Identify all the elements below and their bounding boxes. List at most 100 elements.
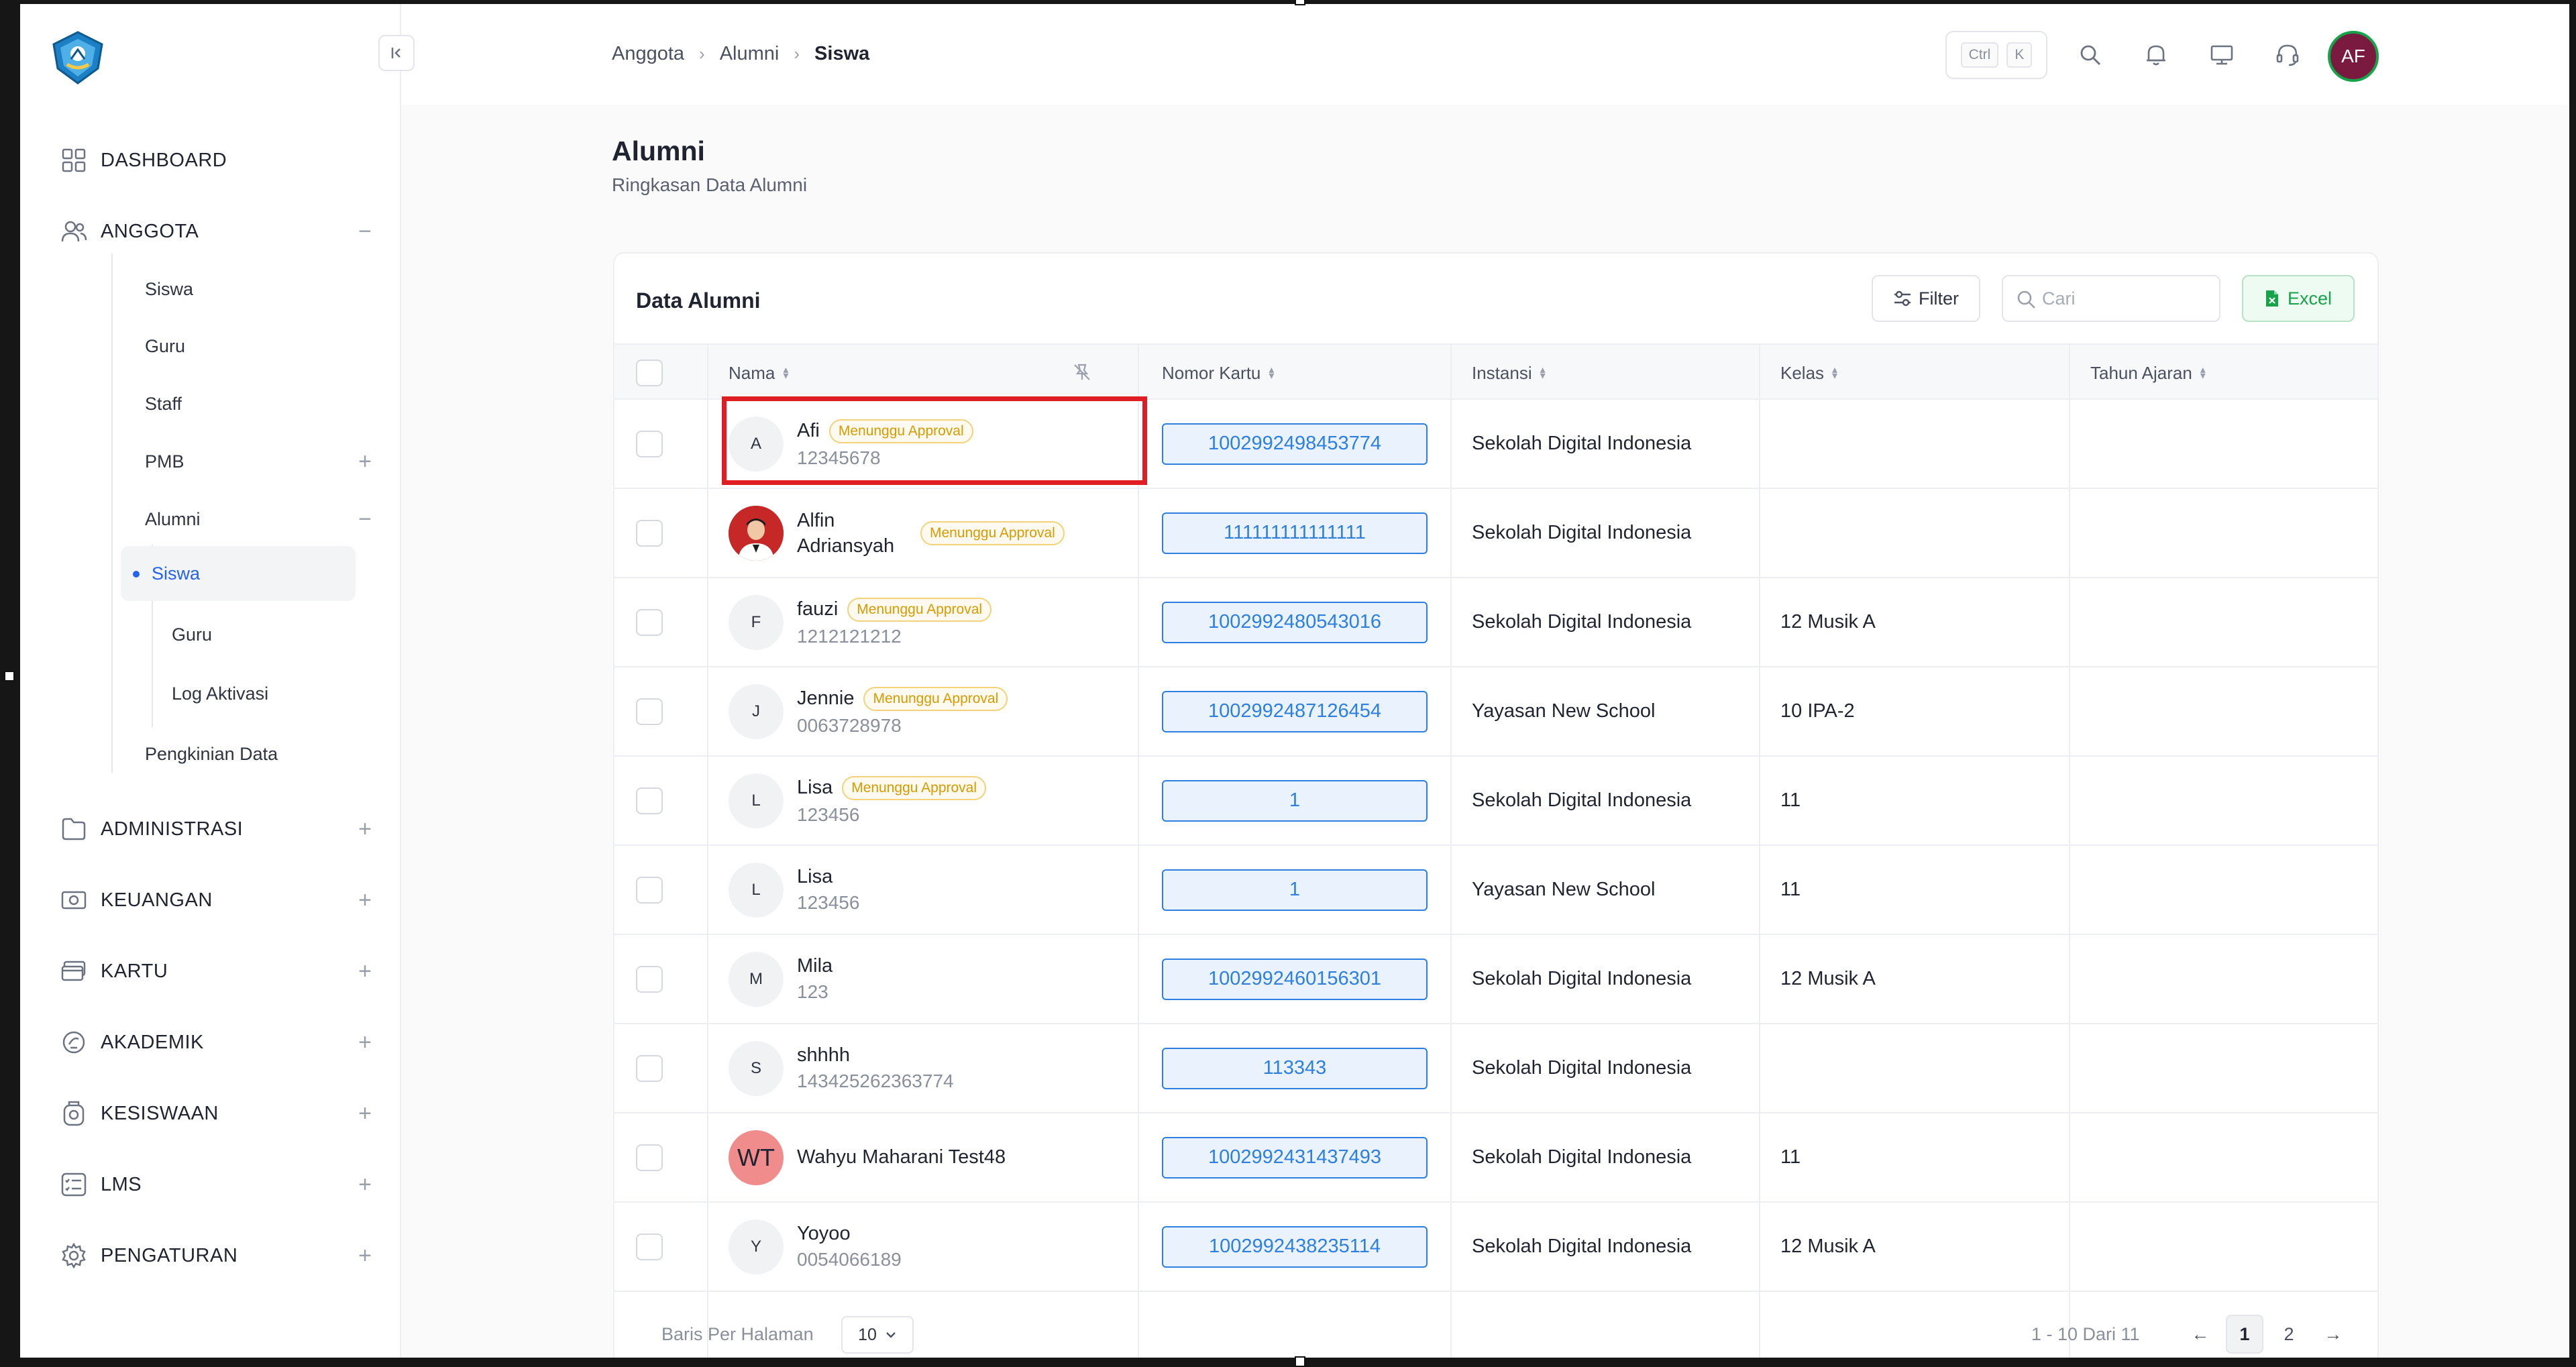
search-icon[interactable] [2074, 39, 2106, 71]
name-cell[interactable]: J Jennie Menunggu Approval 0063728978 [729, 667, 1131, 755]
table-row[interactable]: Sshhhh 143425262363774 113343 Sekolah Digit… [614, 1024, 2377, 1113]
page-button-1[interactable]: 1 [2226, 1315, 2263, 1354]
name-cell[interactable]: Y Yoyoo 0054066189 [729, 1203, 1131, 1291]
name-cell[interactable]: M Mila 123 [729, 935, 1131, 1023]
bell-icon[interactable] [2140, 39, 2172, 71]
sidebar-item-alumni-siswa[interactable]: Siswa [121, 546, 356, 601]
card-number-button[interactable]: 1002992487126454 [1162, 690, 1428, 732]
headset-icon[interactable] [2271, 39, 2304, 71]
sort-icon[interactable]: ▴ ▾ [1832, 365, 1837, 382]
card-number-button[interactable]: 1 [1162, 779, 1428, 822]
card-number-button[interactable]: 1002992480543016 [1162, 601, 1428, 643]
name-cell[interactable]: L Lisa 123456 [729, 846, 1131, 934]
row-checkbox[interactable] [636, 519, 663, 547]
nav-dashboard[interactable]: DASHBOARD [59, 140, 381, 180]
sidebar-item-pmb[interactable]: PMB + [145, 441, 381, 482]
row-checkbox[interactable] [636, 876, 663, 904]
name-cell[interactable]: Alfin Adriansyah Menunggu Approval [729, 489, 1131, 577]
sort-icon[interactable]: ▴ ▾ [2200, 365, 2206, 382]
card-number-button[interactable]: 1002992431437493 [1162, 1136, 1428, 1179]
name-cell[interactable]: Ffauzi Menunggu Approval 1212121212 [729, 578, 1131, 666]
resize-handle-bottom[interactable] [1295, 1356, 1305, 1367]
expand-toggle[interactable]: + [349, 1240, 381, 1272]
card-number-button[interactable]: 1 [1162, 869, 1428, 911]
table-row[interactable]: J Jennie Menunggu Approval 0063728978 100299… [614, 667, 2377, 757]
monitor-icon[interactable] [2206, 39, 2238, 71]
table-row[interactable]: Ffauzi Menunggu Approval 1212121212 1002992… [614, 578, 2377, 667]
row-checkbox[interactable] [636, 787, 663, 814]
table-row[interactable]: L Lisa Menunggu Approval 123456 1 Sekolah Dig… [614, 757, 2377, 846]
collapse-toggle[interactable]: − [349, 503, 381, 535]
table-row[interactable]: Y Yoyoo 0054066189 1002992438235114 Sekolah … [614, 1203, 2377, 1292]
user-avatar[interactable]: AF [2328, 31, 2379, 82]
breadcrumb-item[interactable]: Anggota [612, 43, 684, 65]
resize-handle-left[interactable] [4, 671, 15, 681]
kelas-cell: 12 Musik A [1780, 578, 1876, 666]
row-checkbox[interactable] [636, 430, 663, 457]
expand-toggle[interactable]: + [349, 955, 381, 987]
name-cell[interactable]: Sshhhh 143425262363774 [729, 1024, 1131, 1112]
card-number-button[interactable]: 113343 [1162, 1047, 1428, 1089]
sort-icon[interactable]: ▴ ▾ [1540, 365, 1546, 382]
export-excel-button[interactable]: Excel [2242, 275, 2355, 322]
sidebar-item-alumni-guru[interactable]: Guru [172, 614, 212, 655]
row-checkbox[interactable] [636, 1233, 663, 1260]
expand-toggle[interactable]: + [349, 813, 381, 845]
nav-anggota[interactable]: ANGGOTA − [59, 211, 381, 252]
rows-per-page-select[interactable]: 10 [841, 1316, 914, 1354]
card-number-button[interactable]: 1002992460156301 [1162, 958, 1428, 1000]
table-row[interactable]: M Mila 123 1002992460156301 Sekolah Digital … [614, 935, 2377, 1024]
column-header-kelas[interactable]: Kelas ▴ ▾ [1780, 345, 1837, 401]
table-row[interactable]: Alfin Adriansyah Menunggu Approval 1111111… [614, 489, 2377, 578]
nav-administrasi[interactable]: ADMINISTRASI + [59, 809, 381, 849]
row-checkbox[interactable] [636, 698, 663, 725]
expand-toggle[interactable]: + [349, 445, 381, 478]
name-cell[interactable]: L Lisa Menunggu Approval 123456 [729, 757, 1131, 844]
sidebar-item-siswa[interactable]: Siswa [145, 269, 193, 309]
nav-kartu[interactable]: KARTU + [59, 951, 381, 991]
filter-button[interactable]: Filter [1872, 275, 1980, 322]
select-all-checkbox[interactable] [636, 360, 663, 386]
page-button-2[interactable]: 2 [2270, 1315, 2308, 1354]
row-checkbox[interactable] [636, 965, 663, 993]
nav-pengaturan[interactable]: PENGATURAN + [59, 1236, 381, 1276]
command-palette-shortcut[interactable]: Ctrl K [1945, 31, 2047, 79]
column-header-nama[interactable]: Nama ▴ ▾ [729, 345, 1104, 401]
row-checkbox[interactable] [636, 1144, 663, 1171]
expand-toggle[interactable]: + [349, 1168, 381, 1201]
sort-icon[interactable]: ▴ ▾ [1269, 365, 1274, 382]
sidebar-item-guru[interactable]: Guru [145, 326, 185, 366]
sidebar-item-alumni[interactable]: Alumni − [145, 499, 381, 539]
nav-lms[interactable]: LMS + [59, 1164, 381, 1205]
breadcrumb-item[interactable]: Alumni [720, 43, 780, 65]
row-checkbox[interactable] [636, 1054, 663, 1082]
resize-handle-top[interactable] [1295, 0, 1305, 5]
unpin-icon[interactable] [1072, 362, 1092, 387]
card-number-button[interactable]: 1002992438235114 [1162, 1225, 1428, 1268]
sidebar-collapse-button[interactable] [378, 35, 415, 71]
column-header-instansi[interactable]: Instansi ▴ ▾ [1472, 345, 1546, 401]
next-page-button[interactable]: → [2314, 1315, 2352, 1354]
prev-page-button[interactable]: ← [2182, 1315, 2219, 1354]
collapse-toggle[interactable]: − [349, 215, 381, 248]
table-row[interactable]: WT Wahyu Maharani Test48 1002992431437493 S… [614, 1113, 2377, 1203]
sidebar-item-staff[interactable]: Staff [145, 384, 182, 424]
sidebar-item-log-aktivasi[interactable]: Log Aktivasi [172, 673, 268, 714]
expand-toggle[interactable]: + [349, 1026, 381, 1058]
card-number-button[interactable]: 111111111111111 [1162, 512, 1428, 554]
nav-kesiswaan[interactable]: KESISWAAN + [59, 1093, 381, 1134]
expand-toggle[interactable]: + [349, 884, 381, 916]
search-input[interactable]: Cari [2002, 275, 2220, 322]
sidebar-item-pengkinian-data[interactable]: Pengkinian Data [145, 734, 278, 774]
table-row[interactable]: L Lisa 123456 1 Yayasan New School 11 [614, 846, 2377, 935]
nav-akademik[interactable]: AKADEMIK + [59, 1022, 381, 1062]
expand-toggle[interactable]: + [349, 1097, 381, 1130]
column-header-tahun-ajaran[interactable]: Tahun Ajaran ▴ ▾ [2090, 345, 2206, 401]
logo[interactable] [50, 30, 106, 86]
card-number-button[interactable]: 1002992498453774 [1162, 423, 1428, 465]
name-cell[interactable]: WT Wahyu Maharani Test48 [729, 1113, 1131, 1201]
nav-keuangan[interactable]: KEUANGAN + [59, 880, 381, 920]
sort-icon[interactable]: ▴ ▾ [783, 365, 788, 382]
row-checkbox[interactable] [636, 608, 663, 636]
column-header-nomor-kartu[interactable]: Nomor Kartu ▴ ▾ [1162, 345, 1274, 401]
